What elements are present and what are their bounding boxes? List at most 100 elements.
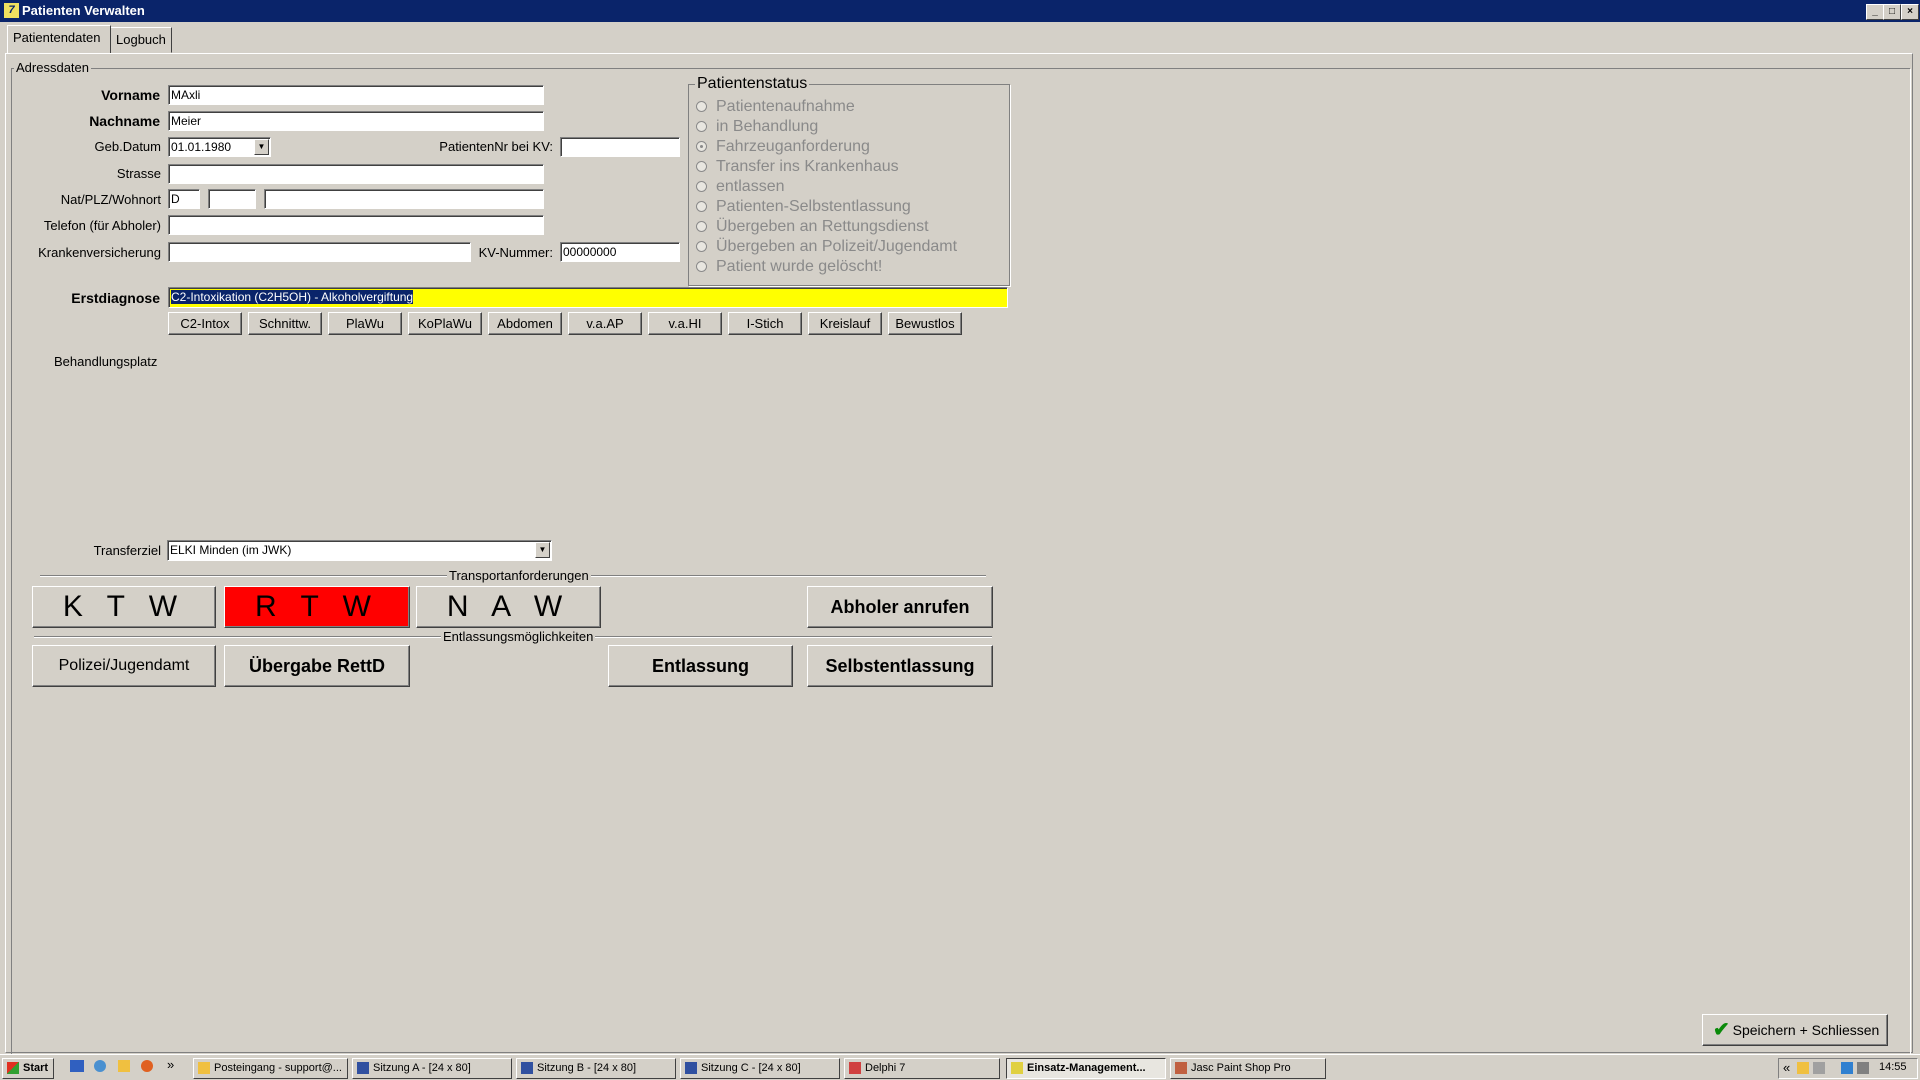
radio-icon[interactable]: [696, 141, 707, 152]
ktw-button[interactable]: K T W: [32, 586, 216, 628]
app-icon: [1011, 1062, 1023, 1074]
vorname-label: Vorname: [101, 87, 160, 103]
kv-label: Krankenversicherung: [38, 245, 161, 260]
title-bar: 7 Patienten Verwalten _ □ ×: [0, 0, 1920, 22]
uebergabe-rettd-button[interactable]: Übergabe RettD: [224, 645, 410, 687]
close-button[interactable]: ×: [1901, 4, 1919, 20]
adressdaten-label: Adressdaten: [14, 60, 91, 75]
taskbar-item[interactable]: Sitzung B - [24 x 80]: [516, 1058, 676, 1079]
save-close-button[interactable]: ✔ Speichern + Schliessen: [1702, 1014, 1888, 1046]
patnr-field[interactable]: [560, 137, 680, 157]
entlassung-button[interactable]: Entlassung: [608, 645, 793, 687]
taskbar-item-label: Jasc Paint Shop Pro: [1191, 1062, 1291, 1074]
strasse-label: Strasse: [116, 166, 161, 181]
tray-chevron-icon[interactable]: «: [1783, 1060, 1790, 1075]
nachname-field[interactable]: Meier: [168, 111, 544, 131]
radio-dot-icon: [700, 145, 703, 148]
security-icon[interactable]: [1841, 1062, 1853, 1074]
radio-icon[interactable]: [696, 181, 707, 192]
start-button[interactable]: Start: [2, 1058, 54, 1079]
quick-diagnose-button[interactable]: v.a.AP: [568, 312, 642, 335]
plz-field[interactable]: [208, 189, 256, 209]
app-icon: [521, 1062, 533, 1074]
outlook-icon[interactable]: [118, 1060, 130, 1072]
taskbar-item-label: Sitzung B - [24 x 80]: [537, 1062, 637, 1074]
radio-icon[interactable]: [696, 241, 707, 252]
status-option-label: Patienten-Selbstentlassung: [716, 198, 911, 215]
taskbar-item[interactable]: Sitzung A - [24 x 80]: [352, 1058, 512, 1079]
nat-field[interactable]: D: [168, 189, 200, 209]
quick-diagnose-button[interactable]: Bewustlos: [888, 312, 962, 335]
vorname-field[interactable]: MAxli: [168, 85, 544, 105]
status-option-label: Übergeben an Rettungsdienst: [716, 218, 929, 235]
volume-icon[interactable]: [1857, 1062, 1869, 1074]
taskbar-item[interactable]: Jasc Paint Shop Pro: [1170, 1058, 1326, 1079]
natplz-label: Nat/PLZ/Wohnort: [60, 192, 161, 207]
maximize-button[interactable]: □: [1883, 4, 1901, 20]
firefox-icon[interactable]: [141, 1060, 153, 1072]
taskbar-item[interactable]: Sitzung C - [24 x 80]: [680, 1058, 840, 1079]
clock: 14:55: [1879, 1061, 1907, 1073]
strasse-field[interactable]: [168, 164, 544, 184]
app-icon: [849, 1062, 861, 1074]
taskbar-item[interactable]: Einsatz-Management...: [1006, 1058, 1166, 1079]
chevron-down-icon[interactable]: ▼: [254, 139, 269, 155]
quick-diagnose-button[interactable]: C2-Intox: [168, 312, 242, 335]
radio-icon[interactable]: [696, 161, 707, 172]
kv-field[interactable]: [168, 242, 471, 262]
quick-diagnose-button[interactable]: PlaWu: [328, 312, 402, 335]
transferziel-select[interactable]: ELKI Minden (im JWK) ▼: [167, 540, 552, 561]
taskbar-item-label: Sitzung A - [24 x 80]: [373, 1062, 471, 1074]
taskbar: Start » Posteingang - support@... Sitzung…: [0, 1054, 1920, 1080]
taskbar-item-label: Posteingang - support@...: [214, 1062, 342, 1074]
taskbar-item[interactable]: Posteingang - support@...: [193, 1058, 348, 1079]
outlook-tray-icon[interactable]: [1797, 1062, 1809, 1074]
polizei-jugendamt-button[interactable]: Polizei/Jugendamt: [32, 645, 216, 687]
status-option-label: Patientenaufnahme: [716, 98, 855, 115]
radio-icon[interactable]: [696, 221, 707, 232]
erstdiagnose-field[interactable]: C2-Intoxikation (C2H5OH) - Alkoholvergif…: [168, 287, 1008, 308]
gebdatum-value: 01.01.1980: [171, 140, 232, 154]
quick-diagnose-button[interactable]: v.a.HI: [648, 312, 722, 335]
status-option-label: in Behandlung: [716, 118, 819, 135]
abholer-anrufen-button[interactable]: Abholer anrufen: [807, 586, 993, 628]
selbstentlassung-button[interactable]: Selbstentlassung: [807, 645, 993, 687]
telefon-label: Telefon (für Abholer): [43, 218, 161, 233]
ie-icon[interactable]: [94, 1060, 106, 1072]
erstdiagnose-value: C2-Intoxikation (C2H5OH) - Alkoholvergif…: [171, 290, 414, 304]
entlassung-section-label: Entlassungsmöglichkeiten: [441, 629, 596, 644]
behandlungsplatz-label: Behandlungsplatz: [54, 354, 158, 369]
wohnort-field[interactable]: [264, 189, 544, 209]
save-close-label: Speichern + Schliessen: [1732, 1022, 1880, 1038]
radio-icon[interactable]: [696, 201, 707, 212]
tab-patientendaten[interactable]: Patientendaten: [7, 25, 111, 53]
naw-button[interactable]: N A W: [416, 586, 601, 628]
desktop-icon[interactable]: [70, 1060, 84, 1072]
chevron-down-icon[interactable]: ▼: [535, 542, 550, 558]
radio-icon[interactable]: [696, 101, 707, 112]
radio-icon[interactable]: [696, 121, 707, 132]
tab-logbuch[interactable]: Logbuch: [110, 27, 172, 53]
patnr-label: PatientenNr bei KV:: [439, 139, 553, 154]
quick-diagnose-button[interactable]: Schnittw.: [248, 312, 322, 335]
transferziel-value: ELKI Minden (im JWK): [170, 543, 292, 557]
kvnr-field[interactable]: 00000000: [560, 242, 680, 262]
app-icon: 7: [4, 3, 19, 18]
quick-diagnose-button[interactable]: Abdomen: [488, 312, 562, 335]
quick-diagnose-button[interactable]: I-Stich: [728, 312, 802, 335]
transport-section-label: Transportanforderungen: [447, 568, 591, 583]
checkmark-icon: ✔: [1713, 1019, 1730, 1041]
taskbar-item[interactable]: Delphi 7: [844, 1058, 1000, 1079]
network-icon[interactable]: [1813, 1062, 1825, 1074]
system-tray: « 14:55: [1778, 1058, 1918, 1079]
rtw-button[interactable]: R T W: [224, 586, 410, 628]
status-option-label: Fahrzeuganforderung: [716, 138, 870, 155]
quicklaunch-chevron-icon[interactable]: »: [167, 1057, 174, 1072]
quick-diagnose-button[interactable]: KoPlaWu: [408, 312, 482, 335]
radio-icon[interactable]: [696, 261, 707, 272]
telefon-field[interactable]: [168, 215, 544, 235]
app-icon: [198, 1062, 210, 1074]
quick-diagnose-button[interactable]: Kreislauf: [808, 312, 882, 335]
gebdatum-field[interactable]: 01.01.1980 ▼: [168, 137, 271, 157]
minimize-button[interactable]: _: [1866, 4, 1884, 20]
